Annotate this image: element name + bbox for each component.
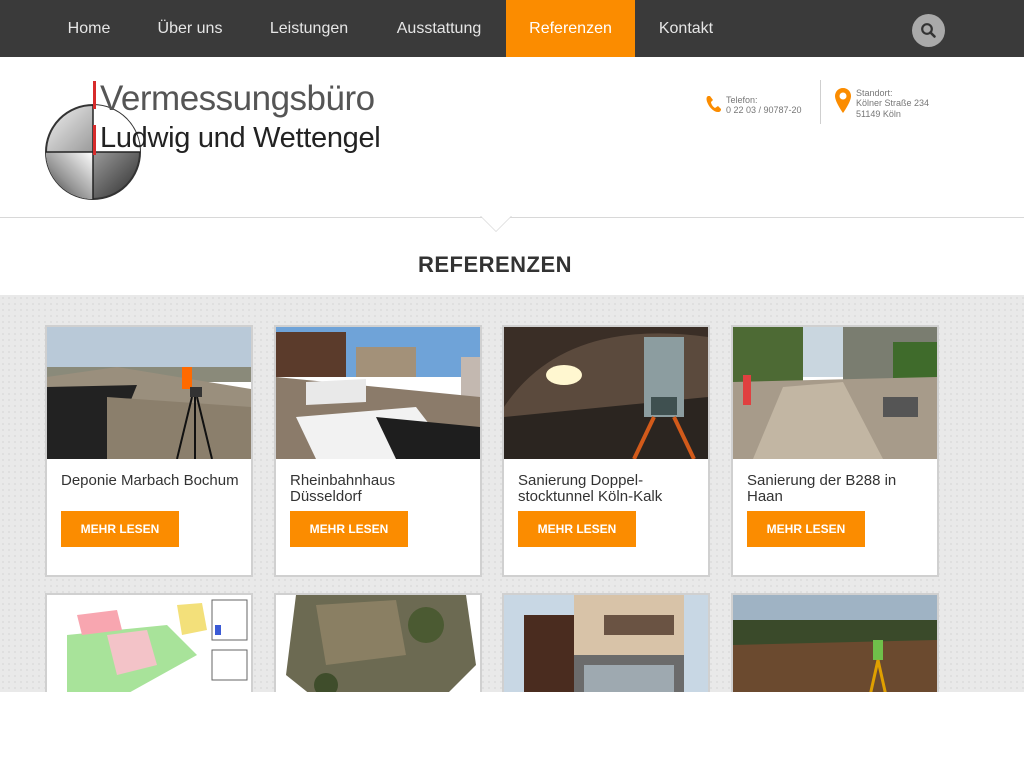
mehr-lesen-button[interactable]: MEHR LESEN — [290, 511, 408, 547]
reference-image[interactable] — [47, 595, 251, 692]
reference-card-building[interactable] — [502, 593, 710, 692]
reference-card-field-survey[interactable] — [731, 593, 939, 692]
nav-ausstattung[interactable]: Ausstattung — [381, 0, 497, 57]
reference-card-rheinbahnhaus[interactable]: Rheinbahnhaus Düsseldorf MEHR LESEN — [274, 325, 482, 577]
site-header: Vermessungsbüro Ludwig und Wettengel Tel… — [0, 57, 1024, 218]
location-street: Kölner Straße 234 — [856, 98, 930, 108]
reference-image[interactable] — [47, 327, 251, 459]
main-navigation: Home Über uns Leistungen Ausstattung Ref… — [0, 0, 1024, 57]
references-grid: Deponie Marbach Bochum MEHR LESEN Rheinb… — [0, 295, 1024, 692]
card-title: Sanierung Doppel-stocktunnel Köln-Kalk — [518, 472, 663, 505]
reference-image[interactable] — [733, 595, 937, 692]
page-title: REFERENZEN — [417, 252, 573, 277]
nav-kontakt[interactable]: Kontakt — [646, 0, 726, 57]
nav-home[interactable]: Home — [48, 0, 130, 57]
reference-image[interactable] — [276, 595, 480, 692]
reference-image[interactable] — [276, 327, 480, 459]
nav-referenzen[interactable]: Referenzen — [506, 0, 635, 57]
search-icon — [921, 23, 936, 38]
company-logo[interactable]: Vermessungsbüro Ludwig und Wettengel — [44, 79, 404, 204]
phone-icon — [706, 96, 721, 112]
reference-card-aerial-site[interactable] — [274, 593, 482, 692]
reference-card-floorplan[interactable] — [45, 593, 253, 692]
logo-red-bar-bottom — [93, 125, 96, 155]
mehr-lesen-button[interactable]: MEHR LESEN — [518, 511, 636, 547]
card-title: Sanierung der B288 in Haan — [747, 472, 897, 505]
browser-viewport: Home Über uns Leistungen Ausstattung Ref… — [0, 0, 1024, 692]
logo-text-line1: Vermessungsbüro — [100, 79, 375, 118]
reference-card-doppelstocktunnel[interactable]: Sanierung Doppel-stocktunnel Köln-Kalk M… — [502, 325, 710, 577]
header-contact-divider — [820, 80, 821, 124]
mehr-lesen-button[interactable]: MEHR LESEN — [61, 511, 179, 547]
map-pin-icon — [835, 88, 851, 113]
location-city: 51149 Köln — [856, 109, 901, 119]
logo-red-bar-top — [93, 81, 96, 109]
header-notch-inner — [481, 216, 511, 231]
reference-image[interactable] — [504, 327, 708, 459]
nav-leistungen[interactable]: Leistungen — [253, 0, 365, 57]
card-title: Rheinbahnhaus Düsseldorf — [290, 472, 396, 505]
card-title: Deponie Marbach Bochum — [61, 472, 239, 489]
mehr-lesen-button[interactable]: MEHR LESEN — [747, 511, 865, 547]
search-button[interactable] — [912, 14, 945, 47]
reference-card-deponie-marbach[interactable]: Deponie Marbach Bochum MEHR LESEN — [45, 325, 253, 577]
reference-image[interactable] — [504, 595, 708, 692]
logo-text-line2: Ludwig und Wettengel — [100, 122, 381, 154]
reference-card-b288-haan[interactable]: Sanierung der B288 in Haan MEHR LESEN — [731, 325, 939, 577]
reference-image[interactable] — [733, 327, 937, 459]
phone-number: 0 22 03 / 90787-20 — [726, 105, 802, 115]
nav-ueber-uns[interactable]: Über uns — [145, 0, 235, 57]
